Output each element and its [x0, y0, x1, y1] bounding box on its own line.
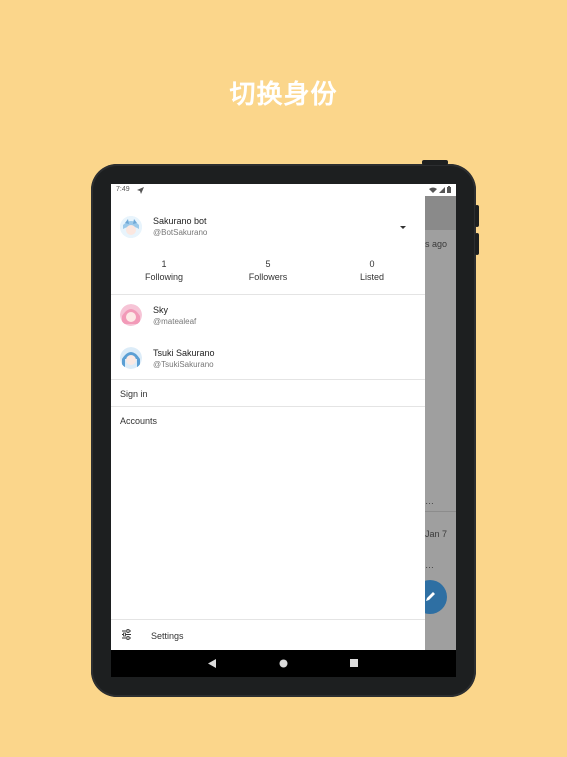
sign-in-item[interactable]: Sign in [111, 380, 425, 406]
sliders-icon [122, 629, 131, 640]
account-name: Sky [153, 305, 169, 315]
system-navigation-bar [111, 650, 456, 677]
sign-in-label: Sign in [120, 389, 148, 399]
account-list-item[interactable]: Sky @matealeaf [111, 298, 425, 334]
blue-hair-avatar-icon [120, 347, 142, 369]
current-account-handle: @BotSakurano [153, 228, 208, 237]
account-list-item[interactable]: Tsuki Sakurano @TsukiSakurano [111, 341, 425, 377]
tablet-volume-down-button [475, 233, 479, 255]
wifi-icon [429, 187, 437, 193]
background-timestamp: s ago [425, 239, 448, 249]
background-timestamp: Jan 7 [425, 529, 448, 539]
accounts-label: Accounts [120, 416, 158, 426]
account-avatar [120, 347, 142, 369]
current-account-name: Sakurano bot [153, 216, 207, 226]
accounts-item[interactable]: Accounts [111, 407, 425, 433]
navigation-drawer: Sakurano bot @BotSakurano 1 Following 5 … [111, 184, 425, 650]
current-account-avatar[interactable] [120, 216, 142, 238]
following-label: Following [144, 272, 184, 282]
status-icons [429, 186, 451, 193]
followers-label: Followers [248, 272, 288, 282]
current-account-header[interactable]: Sakurano bot @BotSakurano 1 Following 5 … [111, 196, 425, 292]
status-bar: 7:49 [111, 184, 456, 196]
listed-count: 0 [369, 259, 375, 269]
tablet-screen: s ago … Jan 7 … Sakurano bot @BotSakuran… [111, 184, 456, 677]
promo-headline: 切换身份 [229, 80, 338, 110]
pink-hair-avatar-icon [120, 304, 142, 326]
account-switcher-dropdown-icon[interactable] [399, 223, 407, 231]
send-notification-icon [137, 187, 144, 194]
background-ellipsis: … [425, 496, 434, 506]
recents-icon[interactable] [350, 659, 358, 667]
account-handle: @matealeaf [153, 317, 197, 326]
listed-stat[interactable]: 0 Listed [337, 259, 407, 282]
listed-label: Listed [359, 272, 385, 282]
signal-icon [439, 186, 445, 193]
account-avatar [120, 304, 142, 326]
account-name: Tsuki Sakurano [153, 348, 215, 358]
tablet-power-button [422, 160, 448, 165]
anime-avatar-icon [120, 216, 142, 238]
settings-label: Settings [151, 631, 184, 641]
following-stat[interactable]: 1 Following [129, 259, 199, 282]
background-ellipsis: … [425, 560, 434, 570]
account-handle: @TsukiSakurano [153, 360, 214, 369]
background-divider [425, 511, 456, 512]
followers-count: 5 [265, 259, 271, 269]
home-icon[interactable] [279, 659, 288, 668]
tablet-volume-up-button [475, 205, 479, 227]
followers-stat[interactable]: 5 Followers [233, 259, 303, 282]
header-divider [111, 294, 425, 295]
settings-item[interactable]: Settings [111, 620, 425, 650]
battery-icon [447, 186, 451, 193]
status-time: 7:49 [116, 186, 130, 193]
following-count: 1 [161, 259, 167, 269]
pen-icon [426, 592, 435, 601]
back-icon[interactable] [208, 659, 216, 668]
